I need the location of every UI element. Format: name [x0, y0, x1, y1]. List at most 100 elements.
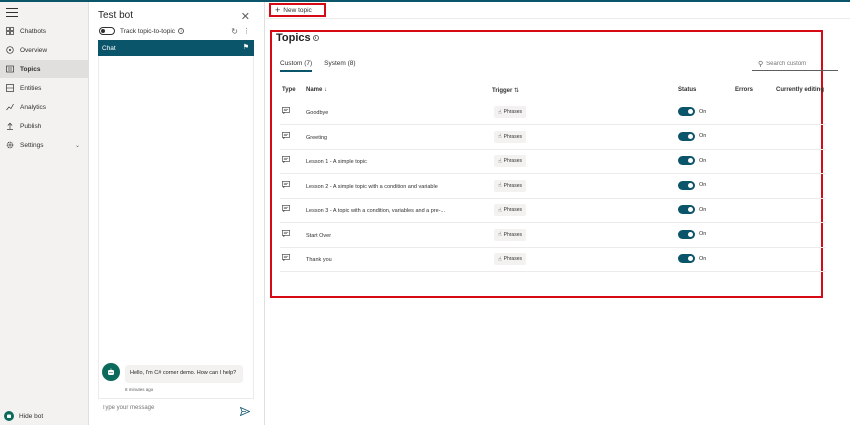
- phrases-icon: ☝: [498, 158, 502, 165]
- column-trigger-label: Trigger: [492, 88, 513, 94]
- table-row[interactable]: Greeting ☝ Phrases On: [280, 126, 826, 150]
- new-topic-button[interactable]: + New topic: [269, 3, 326, 17]
- phrases-icon: ☝: [498, 134, 502, 140]
- table-row[interactable]: Start Over ☝ Phrases On: [280, 224, 826, 248]
- column-trigger[interactable]: Trigger ⇅: [492, 87, 519, 94]
- table-row[interactable]: Lesson 2 - A simple topic with a conditi…: [280, 175, 826, 199]
- test-bot-panel: Test bot ✕ Track topic-to-topic i ↻ ⋮ Ch…: [90, 2, 265, 425]
- trigger-badge: ☝ Phrases: [494, 106, 526, 118]
- trigger-label: Phrases: [503, 256, 522, 262]
- search-input[interactable]: [766, 61, 837, 67]
- status-toggle[interactable]: [678, 107, 695, 116]
- chat-tab-label: Chat: [102, 44, 116, 52]
- hamburger-menu-icon[interactable]: [6, 8, 18, 18]
- trigger-badge: ☝ Phrases: [494, 179, 526, 192]
- status-toggle[interactable]: [678, 180, 695, 190]
- status-cell: On: [678, 205, 706, 214]
- nav-item-publish[interactable]: Publish: [0, 117, 88, 135]
- trigger-badge: ☝ Phrases: [494, 228, 526, 241]
- status-label: On: [699, 157, 707, 164]
- status-label: On: [699, 133, 707, 139]
- close-icon[interactable]: ✕: [241, 10, 250, 23]
- nav-item-label: Chatbots: [20, 27, 47, 35]
- track-topic-label: Track topic-to-topic: [120, 27, 176, 35]
- column-currently-editing[interactable]: Currently editing: [776, 87, 824, 93]
- trigger-label: Phrases: [503, 158, 522, 164]
- chat-tab-bar: Chat ⚑: [98, 40, 254, 56]
- status-label: On: [699, 206, 707, 213]
- hide-bot-label: Hide bot: [19, 412, 44, 420]
- topic-name[interactable]: Lesson 2 - A simple topic with a conditi…: [306, 184, 438, 190]
- more-options-icon[interactable]: ⋮: [243, 27, 250, 35]
- nav-item-overview[interactable]: Overview: [0, 41, 88, 59]
- search-icon: ⚲: [758, 61, 764, 68]
- status-toggle[interactable]: [678, 254, 695, 263]
- table-row[interactable]: Lesson 1 - A simple topic ☝ Phrases On: [280, 150, 826, 174]
- page-title-text: Topics: [276, 32, 311, 44]
- topics-icon: [6, 65, 14, 73]
- status-cell: On: [678, 229, 707, 239]
- nav-item-settings[interactable]: Settings ⌄: [0, 136, 88, 154]
- table-row[interactable]: Lesson 3 - A topic with a condition, var…: [280, 199, 826, 223]
- sort-icon: ⇅: [514, 88, 520, 94]
- status-cell: On: [678, 156, 706, 165]
- status-toggle[interactable]: [678, 156, 695, 165]
- topic-name[interactable]: Greeting: [306, 135, 327, 141]
- chat-input-bar: [98, 398, 254, 417]
- chevron-down-icon[interactable]: ⌄: [75, 142, 80, 149]
- nav-item-label: Overview: [20, 46, 48, 54]
- nav-item-analytics[interactable]: Analytics: [0, 98, 88, 116]
- trigger-badge: ☝ Phrases: [494, 130, 526, 143]
- nav-item-entities[interactable]: Entities: [0, 79, 88, 97]
- trigger-label: Phrases: [503, 109, 522, 115]
- trigger-label: Phrases: [503, 133, 522, 140]
- topic-name[interactable]: Lesson 1 - A simple topic: [306, 159, 367, 165]
- column-errors[interactable]: Errors: [735, 87, 753, 93]
- topic-name[interactable]: Start Over: [306, 233, 331, 239]
- test-bot-title: Test bot: [98, 10, 134, 21]
- topic-name[interactable]: Goodbye: [306, 110, 328, 116]
- topic-tabs: Custom (7) System (8): [280, 60, 368, 72]
- status-label: On: [699, 231, 707, 237]
- gear-icon: [6, 141, 14, 149]
- nav-item-chatbots[interactable]: Chatbots: [0, 22, 88, 40]
- tab-custom[interactable]: Custom (7): [280, 60, 313, 72]
- topic-type-icon: [282, 205, 290, 214]
- command-bar: + New topic: [266, 2, 850, 19]
- refresh-icon[interactable]: ↻: [231, 27, 238, 36]
- status-cell: On: [678, 254, 706, 263]
- message-timestamp: 8 minutes ago: [125, 387, 154, 392]
- status-toggle[interactable]: [678, 205, 695, 214]
- column-type[interactable]: Type: [282, 87, 296, 93]
- plus-icon: +: [275, 5, 281, 15]
- info-icon[interactable]: i: [312, 35, 319, 41]
- analytics-icon: [6, 103, 14, 111]
- table-row[interactable]: Thank you ☝ Phrases On: [280, 248, 826, 272]
- table-row[interactable]: Goodbye ☝ Phrases On: [280, 101, 826, 125]
- phrases-icon: ☝: [498, 232, 502, 238]
- message-input[interactable]: [98, 404, 228, 411]
- hide-bot-button[interactable]: Hide bot: [4, 411, 43, 421]
- column-name[interactable]: Name ↓: [306, 87, 327, 93]
- topic-name[interactable]: Lesson 3 - A topic with a condition, var…: [306, 208, 445, 214]
- flag-icon[interactable]: ⚑: [243, 43, 249, 51]
- overview-icon: [6, 46, 14, 54]
- nav-item-topics[interactable]: Topics: [0, 60, 88, 78]
- status-toggle[interactable]: [678, 131, 695, 141]
- topic-name[interactable]: Thank you: [306, 257, 332, 263]
- publish-icon: [6, 122, 14, 130]
- phrases-icon: ☝: [498, 109, 502, 116]
- send-icon[interactable]: [239, 403, 251, 421]
- nav-item-label: Analytics: [20, 103, 47, 111]
- tab-system[interactable]: System (8): [324, 60, 355, 72]
- info-icon[interactable]: i: [178, 28, 185, 34]
- status-cell: On: [678, 180, 706, 190]
- track-topic-toggle[interactable]: [99, 27, 115, 35]
- status-toggle[interactable]: [678, 229, 695, 239]
- status-label: On: [699, 255, 707, 262]
- nav-item-label: Topics: [20, 65, 41, 73]
- trigger-badge: ☝ Phrases: [494, 204, 526, 216]
- trigger-label: Phrases: [503, 182, 522, 189]
- left-nav: Chatbots Overview Topics Entities Analyt…: [0, 2, 89, 425]
- column-status[interactable]: Status: [678, 87, 696, 93]
